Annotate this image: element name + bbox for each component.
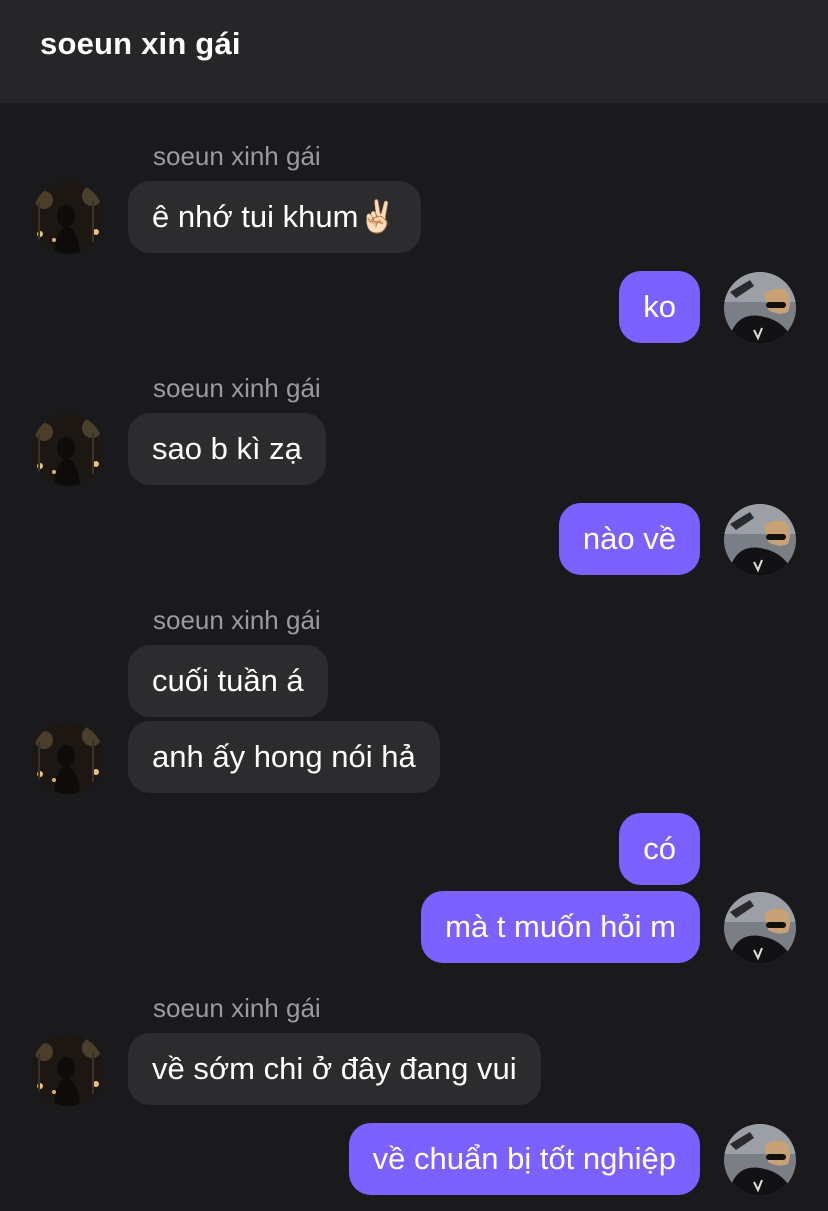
avatar[interactable] [32, 414, 104, 486]
incoming-message[interactable]: anh ấy hong nói hả [128, 721, 440, 793]
sender-name: soeun xinh gái [153, 141, 321, 171]
avatar[interactable] [32, 182, 104, 254]
outgoing-message[interactable]: có [619, 813, 700, 885]
outgoing-message[interactable]: nào về [558, 503, 700, 575]
chat-header: soeun xin gái [0, 0, 828, 103]
sender-name: soeun xinh gái [153, 605, 321, 635]
sender-name: soeun xinh gái [153, 993, 321, 1023]
incoming-message[interactable]: về sớm chi ở đây đang vui [128, 1033, 541, 1105]
incoming-message[interactable]: sao b kì zạ [128, 413, 326, 485]
avatar[interactable] [724, 272, 796, 344]
avatar[interactable] [32, 1034, 104, 1106]
outgoing-message[interactable]: ko [619, 271, 700, 343]
avatar[interactable] [724, 1124, 796, 1196]
avatar[interactable] [724, 504, 796, 576]
outgoing-message[interactable]: về chuẩn bị tốt nghiệp [348, 1123, 700, 1195]
sender-name: soeun xinh gái [153, 373, 321, 403]
avatar[interactable] [32, 722, 104, 794]
outgoing-message[interactable]: mà t muốn hỏi m [421, 891, 700, 963]
incoming-message[interactable]: cuối tuần á [128, 645, 328, 717]
chat-title: soeun xin gái [40, 26, 241, 61]
incoming-message[interactable]: ê nhớ tui khum✌🏻 [128, 181, 422, 253]
avatar[interactable] [724, 892, 796, 964]
